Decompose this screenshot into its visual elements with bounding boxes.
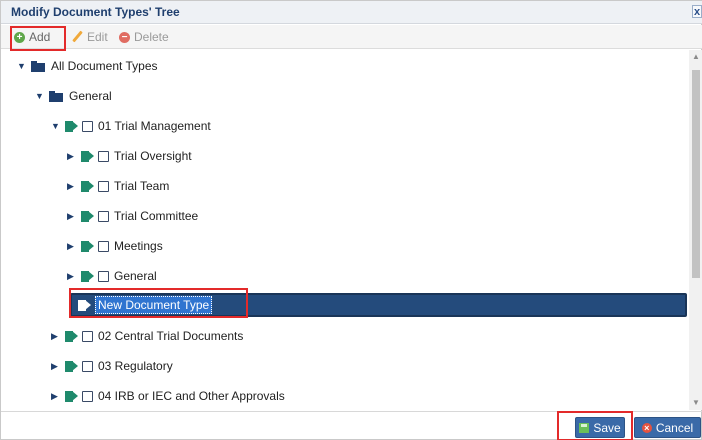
caret-right-icon[interactable]: ▶ xyxy=(51,361,60,371)
tree-node-label: General xyxy=(114,269,157,283)
add-button-label: Add xyxy=(29,30,51,44)
tree-node-all-document-types[interactable]: ▼ All Document Types xyxy=(17,56,158,76)
tag-icon xyxy=(65,360,78,372)
tree-node-general-child[interactable]: ▶ General xyxy=(67,266,157,286)
node-checkbox[interactable] xyxy=(98,150,109,162)
tree-node-label: Meetings xyxy=(114,239,163,253)
tag-icon xyxy=(78,299,91,311)
new-node-edit-row[interactable]: New Document Type xyxy=(70,293,687,317)
tree-node-label: All Document Types xyxy=(51,59,158,73)
edit-button[interactable]: Edit xyxy=(71,29,108,45)
pencil-icon xyxy=(71,31,83,43)
tag-icon xyxy=(81,150,94,162)
caret-right-icon[interactable]: ▶ xyxy=(51,331,60,341)
tree-node-label: 01 Trial Management xyxy=(98,119,211,133)
tag-icon xyxy=(81,270,94,282)
node-checkbox[interactable] xyxy=(82,390,93,402)
edit-button-label: Edit xyxy=(87,30,108,44)
node-checkbox[interactable] xyxy=(82,120,93,132)
tree-node-trial-oversight[interactable]: ▶ Trial Oversight xyxy=(67,146,192,166)
caret-right-icon[interactable]: ▶ xyxy=(67,151,76,161)
cancel-button[interactable]: × Cancel xyxy=(634,417,701,438)
tree-node-label: 02 Central Trial Documents xyxy=(98,329,244,343)
minus-icon: − xyxy=(119,31,130,43)
tree-node-irb-iec-approvals[interactable]: ▶ 04 IRB or IEC and Other Approvals xyxy=(51,386,285,406)
floppy-disk-icon xyxy=(579,422,590,433)
node-checkbox[interactable] xyxy=(98,240,109,252)
caret-right-icon[interactable]: ▶ xyxy=(67,241,76,251)
caret-right-icon[interactable]: ▶ xyxy=(67,181,76,191)
dialog-title: Modify Document Types' Tree xyxy=(11,5,180,19)
vertical-scrollbar[interactable]: ▲ ▼ xyxy=(689,50,702,410)
scroll-down-icon[interactable]: ▼ xyxy=(689,396,702,410)
tag-icon xyxy=(81,240,94,252)
save-button-label: Save xyxy=(593,420,621,435)
delete-button[interactable]: − Delete xyxy=(119,29,169,45)
scroll-up-icon[interactable]: ▲ xyxy=(689,50,702,64)
caret-down-icon[interactable]: ▼ xyxy=(35,91,44,101)
caret-down-icon[interactable]: ▼ xyxy=(51,121,60,131)
caret-right-icon[interactable]: ▶ xyxy=(67,211,76,221)
tag-icon xyxy=(65,330,78,342)
tag-icon xyxy=(65,120,78,132)
tree-node-central-trial-documents[interactable]: ▶ 02 Central Trial Documents xyxy=(51,326,243,346)
node-checkbox[interactable] xyxy=(82,360,93,372)
node-checkbox[interactable] xyxy=(98,210,109,222)
folder-open-icon xyxy=(49,90,63,102)
tag-icon xyxy=(81,180,94,192)
cancel-button-label: Cancel xyxy=(655,420,694,435)
plus-icon: + xyxy=(14,31,25,43)
footer-divider xyxy=(1,411,702,412)
modify-document-types-dialog: Modify Document Types' Tree x + Add Edit… xyxy=(0,0,702,440)
tag-icon xyxy=(81,210,94,222)
tree-node-label: Trial Committee xyxy=(114,209,199,223)
tree-node-label: Trial Team xyxy=(114,179,170,193)
tree-node-general[interactable]: ▼ General xyxy=(35,86,112,106)
tree-node-regulatory[interactable]: ▶ 03 Regulatory xyxy=(51,356,173,376)
node-checkbox[interactable] xyxy=(98,270,109,282)
close-icon[interactable]: x xyxy=(692,5,702,18)
tree-node-label: Trial Oversight xyxy=(114,149,192,163)
caret-down-icon[interactable]: ▼ xyxy=(17,61,26,71)
tree-node-meetings[interactable]: ▶ Meetings xyxy=(67,236,163,256)
tree-toolbar: + Add Edit − Delete xyxy=(1,25,702,49)
caret-right-icon[interactable]: ▶ xyxy=(67,271,76,281)
tree-node-trial-management[interactable]: ▼ 01 Trial Management xyxy=(51,116,211,136)
node-checkbox[interactable] xyxy=(82,330,93,342)
delete-button-label: Delete xyxy=(134,30,169,44)
caret-right-icon[interactable]: ▶ xyxy=(51,391,60,401)
add-button[interactable]: + Add xyxy=(14,29,50,45)
tree-node-trial-team[interactable]: ▶ Trial Team xyxy=(67,176,169,196)
scrollbar-thumb[interactable] xyxy=(692,70,700,278)
new-node-name-input[interactable]: New Document Type xyxy=(95,296,213,314)
node-checkbox[interactable] xyxy=(98,180,109,192)
tree-node-label: 04 IRB or IEC and Other Approvals xyxy=(98,389,285,403)
folder-open-icon xyxy=(31,60,45,72)
tree-node-label: 03 Regulatory xyxy=(98,359,173,373)
tag-icon xyxy=(65,390,78,402)
dialog-titlebar: Modify Document Types' Tree x xyxy=(1,1,702,24)
tree-node-trial-committee[interactable]: ▶ Trial Committee xyxy=(67,206,198,226)
tree-node-label: General xyxy=(69,89,112,103)
cancel-icon: × xyxy=(641,422,652,433)
save-button[interactable]: Save xyxy=(575,417,625,438)
